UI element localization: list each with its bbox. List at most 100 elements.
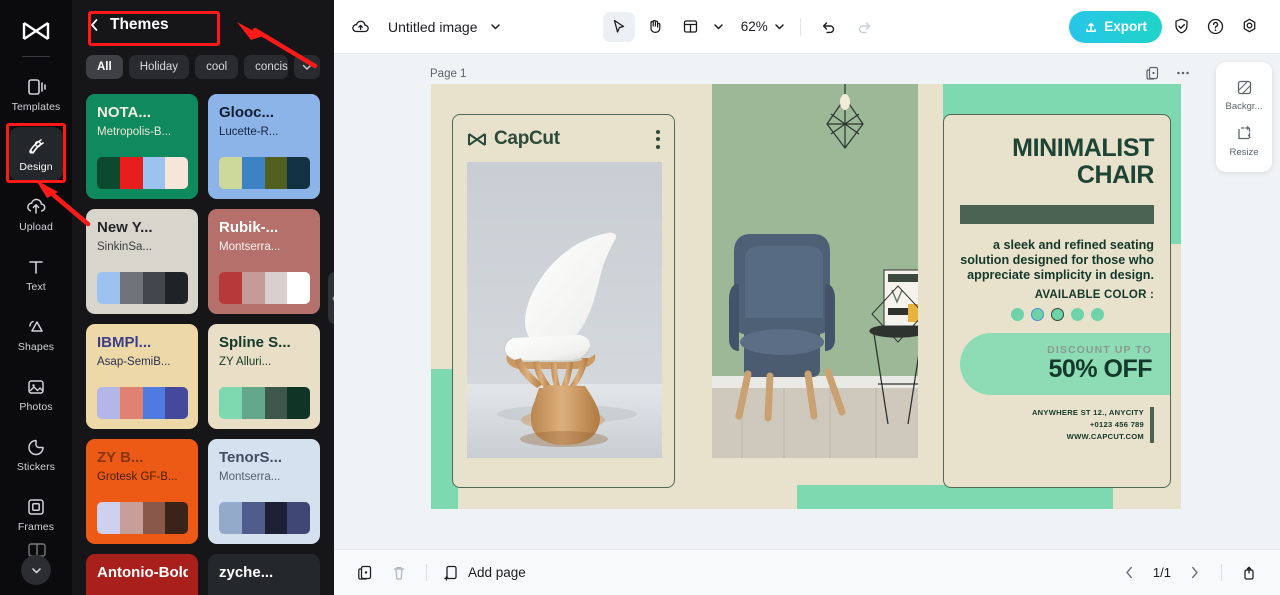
theme-card[interactable]: NOTA... Metropolis-B... (86, 94, 198, 199)
design-logo-text: CapCut (494, 128, 560, 149)
trash-icon[interactable] (388, 562, 410, 584)
hand-tool-button[interactable] (639, 12, 671, 42)
artboard-bottom-mint-strip (797, 485, 1113, 509)
more-horizontal-icon[interactable] (1174, 64, 1192, 82)
resize-tool-label: Resize (1229, 147, 1259, 158)
design-heading-line1: MINIMALIST (1012, 134, 1154, 162)
top-toolbar: Untitled image 62% Export (334, 0, 1280, 54)
theme-card-swatches (97, 502, 188, 534)
back-chevron-left-icon[interactable] (86, 17, 102, 33)
design-description: a sleek and refined seating solution des… (960, 238, 1154, 283)
theme-card-swatches (219, 272, 310, 304)
panel-collapse-handle[interactable] (328, 272, 334, 324)
chips-expand-button[interactable] (294, 55, 320, 79)
prev-page-chevron-left-icon[interactable] (1119, 562, 1141, 584)
zoom-chevron-down-icon[interactable] (772, 19, 788, 35)
add-page-button[interactable]: Add page (443, 564, 526, 582)
capcut-logo-icon[interactable] (19, 18, 53, 44)
sidebar-item-label: Shapes (17, 340, 55, 353)
design-artboard[interactable]: CapCut MINIMALIST CHAIR a sleek and refi… (431, 84, 1181, 509)
resize-tool-button[interactable]: Resize (1216, 117, 1272, 163)
theme-card-swatches (97, 272, 188, 304)
export-button[interactable]: Export (1069, 10, 1162, 43)
theme-card-title: Antonio-Bold (97, 565, 188, 581)
design-right-card[interactable]: MINIMALIST CHAIR a sleek and refined sea… (943, 114, 1171, 488)
resize-icon (1235, 123, 1254, 143)
bottom-divider (426, 564, 427, 581)
cloud-save-icon[interactable] (350, 16, 372, 38)
export-button-label: Export (1104, 19, 1147, 34)
sidebar-item-templates[interactable]: Templates (9, 67, 63, 121)
design-left-card[interactable]: CapCut (452, 114, 675, 488)
sidebar-item-photos[interactable]: Photos (9, 367, 63, 421)
shield-check-icon[interactable] (1166, 12, 1196, 42)
rail-expand-button[interactable] (21, 555, 51, 585)
background-tool-button[interactable]: Backgr... (1216, 71, 1272, 117)
theme-card-title: Spline S... (219, 335, 291, 351)
theme-card[interactable]: Rubik-... Montserra... (208, 209, 320, 314)
theme-card-subtitle: Asap-SemiB... (97, 355, 171, 368)
theme-card-swatches (219, 157, 310, 189)
undo-button[interactable] (813, 12, 845, 42)
theme-card-subtitle: Lucette-R... (219, 125, 279, 138)
theme-card-title: IBMPl... (97, 335, 152, 351)
redo-button[interactable] (849, 12, 881, 42)
zoom-level[interactable]: 62% (741, 19, 768, 34)
sidebar-item-text[interactable]: Text (9, 247, 63, 301)
sidebar-item-label: Upload (19, 220, 53, 233)
theme-card-subtitle: SinkinSa... (97, 240, 152, 253)
sidebar-item-frames[interactable]: Frames (9, 487, 63, 541)
theme-card[interactable]: Spline S... ZY Alluri... (208, 324, 320, 429)
export-page-icon[interactable] (1238, 562, 1260, 584)
document-title[interactable]: Untitled image (388, 19, 478, 35)
next-page-chevron-right-icon[interactable] (1183, 562, 1205, 584)
themes-panel-header: Themes (72, 0, 334, 50)
design-logo-row: CapCut (467, 128, 660, 150)
design-brand: CapCut (467, 128, 560, 150)
canvas-tools: 62% (602, 11, 881, 42)
themes-grid: NOTA... Metropolis-B... Glooc... Lucette-R.… (72, 84, 334, 595)
help-circle-icon[interactable] (1200, 12, 1230, 42)
duplicate-icon[interactable] (354, 562, 376, 584)
armchair-room-photo[interactable] (712, 84, 918, 458)
chevron-down-icon (301, 61, 313, 73)
theme-card[interactable]: ZY B... Grotesk GF-B... (86, 439, 198, 544)
more-vertical-icon[interactable] (656, 129, 660, 149)
theme-card-subtitle: Metropolis-B... (97, 125, 172, 138)
design-color-dot (1070, 308, 1084, 322)
chip-concise[interactable]: concis (244, 55, 288, 79)
theme-card-title: NOTA... (97, 105, 151, 121)
settings-gear-icon[interactable] (1234, 12, 1264, 42)
design-color-dot (1090, 308, 1104, 322)
theme-card[interactable]: Glooc... Lucette-R... (208, 94, 320, 199)
right-tool-panel: Backgr... Resize (1216, 62, 1272, 172)
white-chair-photo[interactable] (467, 162, 662, 458)
sidebar-item-shapes[interactable]: Shapes (9, 307, 63, 361)
theme-card[interactable]: TenorS... Montserra... (208, 439, 320, 544)
chip-cool[interactable]: cool (195, 55, 239, 79)
toolbar-right-actions: Export (1069, 10, 1264, 43)
sidebar-item-stickers[interactable]: Stickers (9, 427, 63, 481)
design-color-dot (1030, 308, 1044, 322)
theme-card-title: ZY B... (97, 450, 144, 466)
chip-holiday[interactable]: Holiday (128, 55, 190, 79)
theme-card-subtitle: Montserra... (219, 470, 281, 483)
select-tool-button[interactable] (602, 11, 635, 42)
layout-tool-button[interactable] (675, 12, 707, 42)
theme-card[interactable]: New Y... SinkinSa... (86, 209, 198, 314)
sidebar-item-design[interactable]: Design (9, 127, 63, 181)
page-tools (1144, 64, 1192, 82)
theme-card[interactable]: IBMPl... Asap-SemiB... (86, 324, 198, 429)
duplicate-page-icon[interactable] (1144, 64, 1162, 82)
chip-all[interactable]: All (86, 55, 123, 79)
theme-card[interactable]: Antonio-Bold (86, 554, 198, 595)
theme-card-title: New Y... (97, 220, 153, 236)
hand-icon (646, 18, 663, 35)
sidebar-item-upload[interactable]: Upload (9, 187, 63, 241)
layout-chevron-down-icon[interactable] (711, 19, 727, 35)
theme-card[interactable]: zyche... (208, 554, 320, 595)
canvas-area[interactable]: Page 1 CapCut MINIMALIST CHAIR a sleek a… (334, 54, 1280, 549)
upload-icon (25, 196, 47, 218)
main-area: Untitled image 62% Export Page 1 CapCut … (334, 0, 1280, 595)
document-menu-chevron-down-icon[interactable] (488, 19, 504, 35)
